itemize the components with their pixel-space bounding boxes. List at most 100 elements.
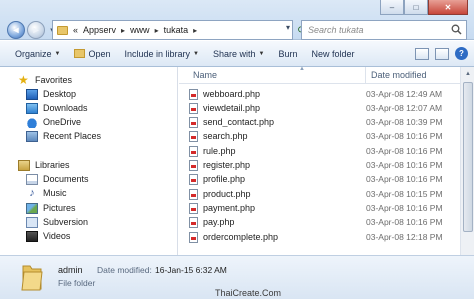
php-file-icon bbox=[189, 102, 198, 114]
burn-label: Burn bbox=[278, 48, 298, 59]
details-date-modified-label: Date modified: bbox=[97, 265, 152, 275]
window-controls: – □ ✕ bbox=[380, 0, 468, 15]
nav-pictures[interactable]: Pictures bbox=[26, 201, 76, 215]
file-row[interactable]: send_contact.php 03-Apr-08 10:39 PM bbox=[189, 115, 454, 129]
file-name: register.php bbox=[203, 160, 251, 170]
file-date: 03-Apr-08 10:39 PM bbox=[366, 117, 443, 127]
organize-button[interactable]: Organize ▼ bbox=[8, 43, 67, 65]
back-button[interactable]: ◂ bbox=[7, 21, 25, 39]
file-row[interactable]: viewdetail.php 03-Apr-08 12:07 AM bbox=[189, 101, 454, 115]
breadcrumb-separator-icon[interactable]: ▸ bbox=[121, 26, 125, 35]
nav-onedrive-label: OneDrive bbox=[43, 117, 82, 127]
details-item-type: File folder bbox=[58, 278, 96, 288]
file-row[interactable]: search.php 03-Apr-08 10:16 PM bbox=[189, 129, 454, 143]
nav-downloads-label: Downloads bbox=[43, 103, 88, 113]
column-divider[interactable] bbox=[365, 67, 366, 84]
php-file-icon bbox=[189, 145, 198, 157]
address-overflow-chevron[interactable]: « bbox=[73, 25, 78, 35]
nav-recent-places-label: Recent Places bbox=[43, 131, 102, 141]
file-date: 03-Apr-08 10:15 PM bbox=[366, 189, 443, 199]
share-with-button[interactable]: Share with ▼ bbox=[206, 43, 271, 65]
file-name: pay.php bbox=[203, 217, 235, 227]
nav-documents[interactable]: Documents bbox=[26, 172, 89, 186]
scrollbar-thumb[interactable] bbox=[463, 82, 473, 232]
file-name: product.php bbox=[203, 189, 251, 199]
php-file-icon bbox=[189, 231, 198, 243]
videos-icon bbox=[26, 230, 38, 242]
nav-subversion[interactable]: Subversion bbox=[26, 215, 88, 229]
file-row[interactable]: pay.php 03-Apr-08 10:16 PM bbox=[189, 215, 454, 229]
nav-downloads[interactable]: Downloads bbox=[26, 101, 88, 115]
file-list: ▲ Name Date modified webboard.php 03-Apr… bbox=[179, 66, 474, 255]
file-name: send_contact.php bbox=[203, 117, 275, 127]
nav-videos-label: Videos bbox=[43, 231, 71, 241]
details-item-name: admin bbox=[58, 265, 83, 275]
php-file-icon bbox=[189, 159, 198, 171]
file-name: ordercomplete.php bbox=[203, 232, 279, 242]
file-date: 03-Apr-08 12:07 AM bbox=[366, 103, 443, 113]
nav-favorites[interactable]: ★ Favorites bbox=[18, 73, 72, 87]
address-dropdown-icon[interactable]: ▾ bbox=[286, 23, 290, 32]
nav-onedrive[interactable]: OneDrive bbox=[26, 115, 81, 129]
nav-recent-places[interactable]: Recent Places bbox=[26, 129, 101, 143]
caret-down-icon: ▼ bbox=[258, 50, 265, 57]
file-row[interactable]: rule.php 03-Apr-08 10:16 PM bbox=[189, 144, 454, 158]
nav-music-label: Music bbox=[43, 188, 67, 198]
close-button[interactable]: ✕ bbox=[428, 0, 468, 15]
forward-button[interactable]: ▸ bbox=[27, 21, 45, 39]
search-placeholder: Search tukata bbox=[308, 25, 364, 35]
breadcrumb-separator-icon[interactable]: ▸ bbox=[155, 26, 159, 35]
nav-subversion-label: Subversion bbox=[43, 217, 89, 227]
file-row[interactable]: product.php 03-Apr-08 10:15 PM bbox=[189, 187, 454, 201]
file-row[interactable]: webboard.php 03-Apr-08 12:49 AM bbox=[189, 87, 454, 101]
nav-music[interactable]: ♪ Music bbox=[26, 186, 67, 200]
minimize-button[interactable]: – bbox=[380, 0, 404, 15]
nav-libraries-label: Libraries bbox=[35, 160, 70, 170]
file-row[interactable]: profile.php 03-Apr-08 10:16 PM bbox=[189, 172, 454, 186]
column-header-date-modified[interactable]: Date modified bbox=[371, 70, 427, 80]
file-name: viewdetail.php bbox=[203, 103, 261, 113]
file-date: 03-Apr-08 10:16 PM bbox=[366, 174, 443, 184]
php-file-icon bbox=[189, 188, 198, 200]
php-file-icon bbox=[189, 173, 198, 185]
file-name: rule.php bbox=[203, 146, 236, 156]
nav-desktop[interactable]: Desktop bbox=[26, 87, 76, 101]
address-bar[interactable]: « Appserv ▸ www ▸ tukata ▸ ▾ bbox=[52, 20, 293, 40]
column-headers: ▲ Name Date modified bbox=[179, 66, 474, 84]
nav-videos[interactable]: Videos bbox=[26, 229, 70, 243]
breadcrumb-tukata[interactable]: tukata bbox=[164, 25, 189, 35]
search-input[interactable]: Search tukata bbox=[301, 20, 467, 40]
music-icon: ♪ bbox=[29, 186, 35, 199]
column-header-name[interactable]: Name bbox=[193, 70, 217, 80]
nav-libraries[interactable]: Libraries bbox=[18, 158, 70, 172]
file-row[interactable]: payment.php 03-Apr-08 10:16 PM bbox=[189, 201, 454, 215]
file-row[interactable]: ordercomplete.php 03-Apr-08 12:18 PM bbox=[189, 230, 454, 244]
view-options-icon[interactable] bbox=[415, 47, 429, 60]
breadcrumb-separator-icon[interactable]: ▸ bbox=[193, 26, 197, 35]
open-button[interactable]: Open bbox=[67, 43, 117, 65]
search-icon[interactable] bbox=[451, 24, 462, 35]
file-date: 03-Apr-08 12:49 AM bbox=[366, 89, 443, 99]
vertical-scrollbar[interactable]: ▲ bbox=[460, 67, 474, 255]
help-icon[interactable]: ? bbox=[455, 47, 468, 60]
file-name: profile.php bbox=[203, 174, 246, 184]
breadcrumb-appserv[interactable]: Appserv bbox=[83, 25, 116, 35]
include-in-library-label: Include in library bbox=[124, 48, 191, 59]
preview-pane-icon[interactable] bbox=[435, 47, 449, 60]
details-date-modified-value: 16-Jan-15 6:32 AM bbox=[155, 265, 227, 275]
file-date: 03-Apr-08 12:18 PM bbox=[366, 232, 443, 242]
file-date: 03-Apr-08 10:16 PM bbox=[366, 203, 443, 213]
folder-open-icon bbox=[74, 49, 86, 58]
new-folder-button[interactable]: New folder bbox=[305, 43, 362, 65]
maximize-button[interactable]: □ bbox=[404, 0, 428, 15]
file-row[interactable]: register.php 03-Apr-08 10:16 PM bbox=[189, 158, 454, 172]
scroll-up-icon[interactable]: ▲ bbox=[461, 67, 474, 81]
php-file-icon bbox=[189, 116, 198, 128]
nav-desktop-label: Desktop bbox=[43, 89, 77, 99]
php-file-icon bbox=[189, 202, 198, 214]
breadcrumb-www[interactable]: www bbox=[130, 25, 150, 35]
burn-button[interactable]: Burn bbox=[271, 43, 304, 65]
include-in-library-button[interactable]: Include in library ▼ bbox=[118, 43, 206, 65]
file-date: 03-Apr-08 10:16 PM bbox=[366, 217, 443, 227]
folder-icon bbox=[57, 25, 68, 35]
